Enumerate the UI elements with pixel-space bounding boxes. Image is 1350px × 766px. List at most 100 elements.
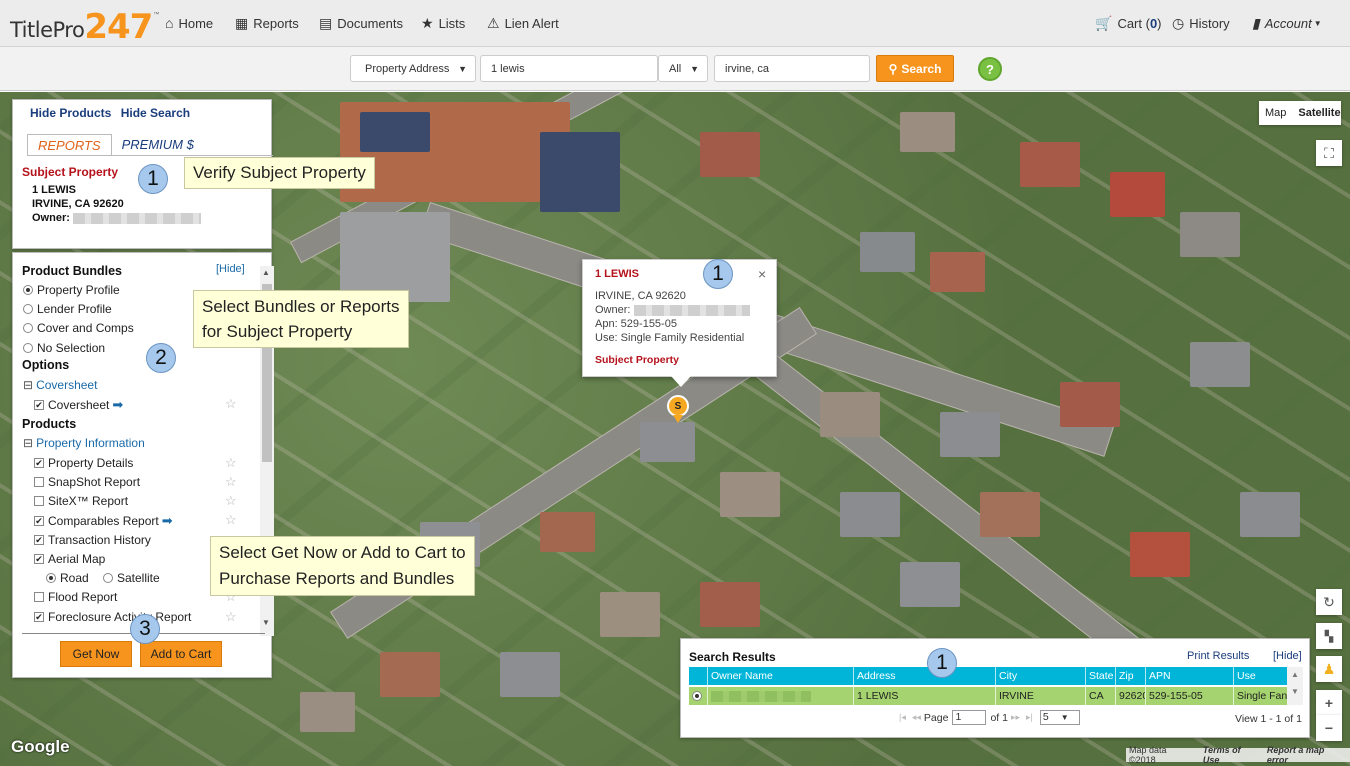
add-to-cart-button[interactable]: Add to Cart bbox=[140, 641, 222, 667]
radio-icon bbox=[23, 285, 33, 295]
tab-premium[interactable]: PREMIUM $ bbox=[112, 134, 204, 156]
star-icon[interactable]: ☆ bbox=[225, 396, 237, 412]
col-address[interactable]: Address bbox=[853, 667, 995, 685]
nav-lien-alert[interactable]: ⚠ Lien Alert bbox=[487, 15, 559, 32]
product-foreclosure-report[interactable]: ✔ Foreclosure Activity Report bbox=[34, 610, 191, 624]
nav-cart[interactable]: 🛒 Cart (0) bbox=[1095, 15, 1162, 32]
col-city[interactable]: City bbox=[995, 667, 1085, 685]
terms-link[interactable]: Terms of Use bbox=[1203, 745, 1259, 765]
option-coversheet[interactable]: ✔ Coversheet ➡ bbox=[34, 397, 123, 413]
star-icon[interactable]: ☆ bbox=[225, 609, 237, 625]
house-roof bbox=[600, 592, 660, 637]
search-bar: Property Address ▼ 1 lewis All ▼ irvine, c… bbox=[0, 47, 1350, 91]
bundle-lender-profile[interactable]: Lender Profile bbox=[23, 302, 112, 316]
nav-home[interactable]: ⌂ Home bbox=[165, 15, 213, 31]
tilt-icon[interactable]: ▚ bbox=[1316, 623, 1342, 649]
product-aerial-map[interactable]: ✔ Aerial Map bbox=[34, 552, 105, 566]
product-transaction-history[interactable]: ✔ Transaction History bbox=[34, 533, 151, 547]
product-snapshot-report[interactable]: SnapShot Report bbox=[34, 475, 140, 489]
property-info-group[interactable]: ⊟ Property Information bbox=[23, 436, 145, 450]
map-type-map[interactable]: Map bbox=[1259, 107, 1292, 119]
nav-account[interactable]: ▮ Account ▼ bbox=[1252, 15, 1322, 32]
search-button[interactable]: ⚲ Search bbox=[876, 55, 954, 82]
house-roof bbox=[860, 232, 915, 272]
page-input[interactable]: 1 bbox=[952, 710, 987, 725]
redacted-owner bbox=[711, 690, 811, 702]
bundle-no-selection[interactable]: No Selection bbox=[23, 341, 105, 355]
cart-count: 0 bbox=[1149, 16, 1158, 31]
pegman-icon[interactable]: ♟ bbox=[1316, 656, 1342, 682]
nav-reports[interactable]: ▦ Reports bbox=[235, 15, 299, 32]
col-apn[interactable]: APN bbox=[1145, 667, 1233, 685]
row-select-radio[interactable] bbox=[689, 687, 707, 705]
hide-results-link[interactable]: [Hide] bbox=[1273, 650, 1302, 662]
scope-select[interactable]: All ▼ bbox=[658, 55, 708, 82]
search-type-select[interactable]: Property Address ▼ bbox=[350, 55, 476, 82]
subject-property-marker[interactable]: S bbox=[667, 395, 689, 423]
nav-lists[interactable]: ★ Lists bbox=[421, 15, 465, 32]
solar-panels bbox=[360, 112, 430, 152]
nav-history[interactable]: ◷ History bbox=[1172, 15, 1230, 32]
scroll-down-icon[interactable]: ▼ bbox=[262, 618, 270, 627]
results-title: Search Results bbox=[689, 650, 776, 664]
bundle-property-profile[interactable]: Property Profile bbox=[23, 283, 120, 297]
get-now-button[interactable]: Get Now bbox=[60, 641, 132, 667]
address-input[interactable]: 1 lewis bbox=[480, 55, 658, 82]
house-roof bbox=[820, 392, 880, 437]
property-info-popup: 1 LEWIS × IRVINE, CA 92620 Owner: Apn: 5… bbox=[582, 259, 777, 387]
map-type-satellite[interactable]: Satellite bbox=[1292, 107, 1346, 119]
star-icon[interactable]: ☆ bbox=[225, 455, 237, 471]
hide-bundles-link[interactable]: [Hide] bbox=[216, 263, 245, 275]
close-icon[interactable]: × bbox=[758, 266, 766, 282]
fullscreen-icon[interactable]: ⛶ bbox=[1316, 140, 1342, 166]
coversheet-group[interactable]: ⊟ Coversheet bbox=[23, 378, 97, 392]
first-page-icon[interactable]: |◂ bbox=[899, 712, 906, 723]
hide-search-link[interactable]: Hide Search bbox=[121, 106, 190, 120]
last-page-icon[interactable]: ▸| bbox=[1026, 712, 1033, 723]
tab-reports[interactable]: REPORTS bbox=[27, 134, 112, 156]
star-icon[interactable]: ☆ bbox=[225, 493, 237, 509]
table-row[interactable]: 1 LEWIS IRVINE CA 92620 529-155-05 Singl… bbox=[689, 687, 1287, 705]
col-use[interactable]: Use bbox=[1233, 667, 1287, 685]
results-scrollbar[interactable]: ▲ ▼ bbox=[1287, 667, 1303, 705]
rotate-icon[interactable]: ↻ bbox=[1316, 589, 1342, 615]
location-input[interactable]: irvine, ca bbox=[714, 55, 870, 82]
account-icon: ▮ bbox=[1252, 15, 1260, 31]
scroll-up-icon[interactable]: ▲ bbox=[1287, 670, 1303, 679]
help-button[interactable]: ? bbox=[978, 57, 1002, 81]
nav-documents[interactable]: ▤ Documents bbox=[319, 15, 403, 32]
step-badge-2: 2 bbox=[146, 343, 176, 373]
star-icon[interactable]: ☆ bbox=[225, 474, 237, 490]
checkbox-icon bbox=[34, 477, 44, 487]
col-owner-name[interactable]: Owner Name bbox=[707, 667, 853, 685]
scroll-down-icon[interactable]: ▼ bbox=[1287, 687, 1303, 696]
bundle-cover-comps[interactable]: Cover and Comps bbox=[23, 321, 134, 335]
scroll-up-icon[interactable]: ▲ bbox=[262, 268, 270, 277]
product-comparables-report[interactable]: ✔ Comparables Report ➡ bbox=[34, 513, 173, 529]
aerial-road-option[interactable]: Road bbox=[46, 571, 89, 585]
popup-title: 1 LEWIS bbox=[595, 268, 640, 280]
step-badge-1: 1 bbox=[703, 259, 733, 289]
titlepro-logo[interactable]: TitlePro 247 ™ bbox=[10, 6, 159, 44]
next-page-icon[interactable]: ▸▸ bbox=[1011, 712, 1020, 723]
page-size-select[interactable]: 5 ▼ bbox=[1039, 710, 1080, 725]
house-roof bbox=[840, 492, 900, 537]
product-sitex-report[interactable]: SiteX™ Report bbox=[34, 494, 128, 508]
print-results-link[interactable]: Print Results bbox=[1187, 650, 1249, 662]
checkbox-icon: ✔ bbox=[34, 535, 44, 545]
warning-icon: ⚠ bbox=[487, 15, 500, 31]
zoom-in-icon[interactable]: + bbox=[1316, 690, 1342, 716]
hide-products-link[interactable]: Hide Products bbox=[30, 106, 111, 120]
col-zip[interactable]: Zip bbox=[1115, 667, 1145, 685]
checkbox-icon: ✔ bbox=[34, 458, 44, 468]
star-icon[interactable]: ☆ bbox=[225, 512, 237, 528]
prev-page-icon[interactable]: ◂◂ bbox=[912, 712, 921, 723]
product-property-details[interactable]: ✔ Property Details bbox=[34, 456, 133, 470]
house-roof bbox=[640, 422, 695, 462]
aerial-satellite-option[interactable]: Satellite bbox=[103, 571, 160, 585]
report-map-error-link[interactable]: Report a map error bbox=[1267, 745, 1347, 765]
col-state[interactable]: State bbox=[1085, 667, 1115, 685]
tab-divider bbox=[27, 155, 273, 156]
product-flood-report[interactable]: Flood Report bbox=[34, 590, 117, 604]
zoom-out-icon[interactable]: − bbox=[1316, 715, 1342, 741]
